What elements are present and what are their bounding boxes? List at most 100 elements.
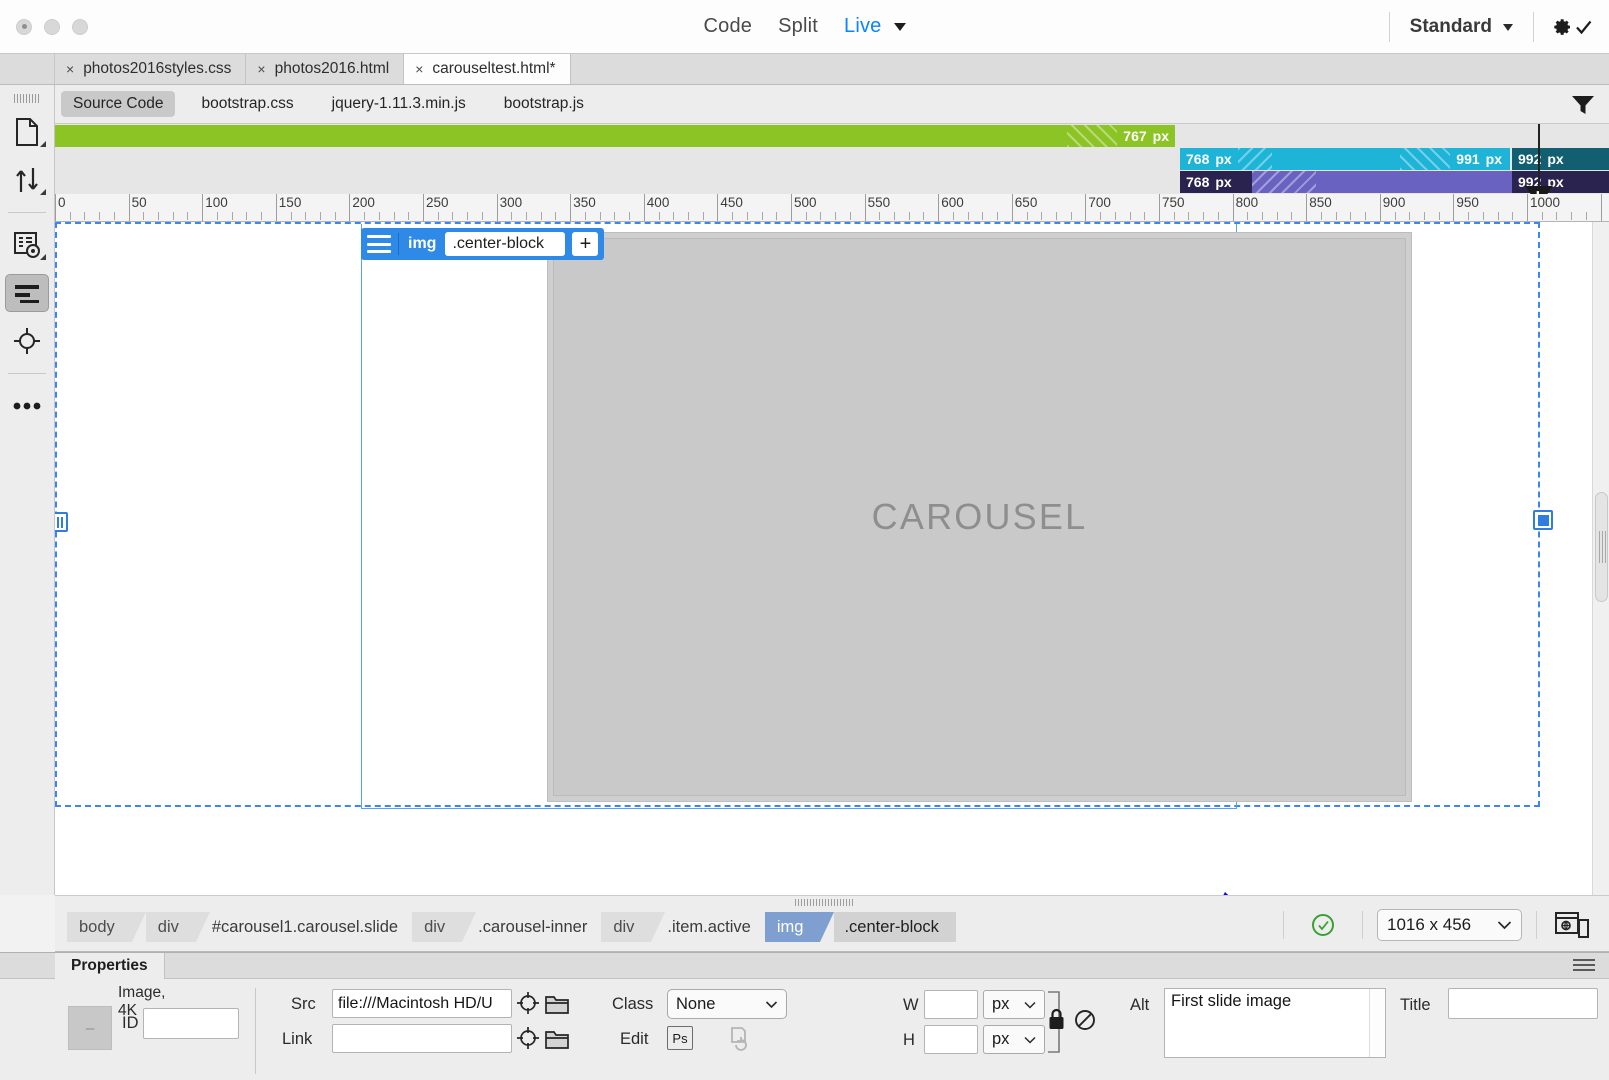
sidebar-item-more[interactable] bbox=[5, 387, 49, 425]
rail-grip[interactable] bbox=[14, 94, 40, 103]
link-input[interactable] bbox=[332, 1024, 512, 1053]
window-size-dropdown[interactable]: 1016 x 456 bbox=[1377, 909, 1522, 941]
canvas-vertical-scrollbar[interactable] bbox=[1592, 222, 1609, 895]
close-icon[interactable]: × bbox=[415, 62, 423, 76]
live-view-canvas[interactable]: CAROUSEL img + bbox=[55, 222, 1592, 895]
sidebar-item-properties[interactable] bbox=[5, 274, 49, 312]
minimize-window-button[interactable] bbox=[44, 18, 60, 35]
breadcrumb-selector-2[interactable]: .carousel-inner bbox=[476, 912, 593, 942]
divider bbox=[255, 988, 256, 1074]
title-input[interactable] bbox=[1448, 988, 1598, 1019]
breadcrumb-selector-img[interactable]: .center-block bbox=[834, 912, 956, 942]
view-mode-split[interactable]: Split bbox=[778, 15, 818, 38]
breadcrumb-item-div-1[interactable]: div bbox=[145, 912, 210, 942]
horizontal-ruler[interactable]: 0 50 100 150 200 250 300 350 400 450 500 550 600 650 7… bbox=[55, 194, 1609, 222]
ruler-label: 1000 bbox=[1530, 195, 1561, 210]
src-input[interactable] bbox=[332, 989, 512, 1018]
hud-add-class-button[interactable]: + bbox=[572, 232, 599, 256]
ruler-tick-minor bbox=[761, 212, 763, 220]
ruler-tick-minor bbox=[1276, 212, 1278, 220]
lock-icon bbox=[1049, 1008, 1064, 1029]
ruler-label: 150 bbox=[278, 195, 302, 210]
sidebar-item-files[interactable] bbox=[5, 113, 49, 151]
resample-button[interactable] bbox=[727, 1026, 753, 1057]
doc-tab-photos2016styles-css[interactable]: × photos2016styles.css bbox=[55, 54, 247, 84]
hud-class-input[interactable] bbox=[445, 232, 566, 256]
media-query-bar-768-991[interactable]: 768 px 991 px bbox=[1180, 148, 1510, 170]
link-point-to-file-button[interactable] bbox=[516, 1026, 540, 1055]
width-unit-value: px bbox=[992, 995, 1010, 1013]
panel-resize-grip[interactable] bbox=[795, 899, 855, 906]
breadcrumb-item-img[interactable]: img bbox=[764, 912, 834, 942]
view-mode-code[interactable]: Code bbox=[703, 15, 752, 38]
settings-button[interactable] bbox=[1534, 17, 1609, 37]
class-label: Class bbox=[612, 995, 654, 1013]
alt-textarea[interactable]: First slide image bbox=[1164, 988, 1386, 1058]
related-file-jquery[interactable]: jquery-1.11.3.min.js bbox=[320, 91, 478, 117]
breadcrumb-selector-1[interactable]: #carousel1.carousel.slide bbox=[210, 912, 404, 942]
ruler-tick-minor bbox=[967, 212, 969, 220]
ruler-label: 400 bbox=[646, 195, 670, 210]
carousel-image-placeholder[interactable]: CAROUSEL bbox=[547, 232, 1412, 802]
constrain-lock-button[interactable] bbox=[1048, 1008, 1065, 1035]
close-icon[interactable]: × bbox=[66, 62, 74, 76]
hud-tag-label: img bbox=[408, 235, 437, 252]
hamburger-icon[interactable] bbox=[367, 235, 391, 253]
viewport-playhead[interactable]: + bbox=[1525, 124, 1553, 207]
tab-properties[interactable]: Properties bbox=[55, 953, 165, 979]
image-thumbnail[interactable]: – bbox=[68, 1006, 112, 1050]
related-file-bootstrap-css[interactable]: bootstrap.css bbox=[189, 91, 305, 117]
ruler-tick-minor bbox=[923, 212, 925, 220]
src-browse-button[interactable] bbox=[545, 993, 569, 1019]
sidebar-item-assets[interactable] bbox=[5, 161, 49, 199]
ruler-tick-minor bbox=[1585, 212, 1587, 220]
media-query-bar-purple[interactable] bbox=[1252, 171, 1512, 193]
height-unit-select[interactable]: px bbox=[983, 1025, 1045, 1054]
link-browse-button[interactable] bbox=[545, 1028, 569, 1054]
class-value: None bbox=[676, 994, 716, 1013]
doc-tab-photos2016-html[interactable]: × photos2016.html bbox=[246, 54, 405, 84]
ruler-tick-minor bbox=[246, 212, 248, 220]
id-input[interactable] bbox=[143, 1008, 239, 1039]
panel-menu-icon[interactable] bbox=[1573, 959, 1595, 974]
maximize-window-button[interactable] bbox=[72, 18, 88, 35]
width-unit-select[interactable]: px bbox=[983, 990, 1045, 1019]
breadcrumb-item-body[interactable]: body bbox=[67, 912, 146, 942]
workspace-label: Standard bbox=[1409, 16, 1492, 37]
ruler-tick-minor bbox=[481, 212, 483, 220]
media-query-min-768-purple[interactable]: 768 px bbox=[1180, 171, 1252, 193]
sidebar-item-inspect[interactable] bbox=[5, 322, 49, 360]
resize-handle-left[interactable] bbox=[55, 512, 68, 532]
status-badge[interactable] bbox=[1312, 914, 1334, 936]
breadcrumb-item-div-3[interactable]: div bbox=[601, 912, 666, 942]
chevron-down-icon[interactable] bbox=[893, 22, 906, 31]
ruler-tick-minor bbox=[1335, 212, 1337, 220]
view-mode-live[interactable]: Live bbox=[844, 15, 882, 38]
class-select[interactable]: None bbox=[667, 989, 787, 1019]
breadcrumb-item-div-2[interactable]: div bbox=[412, 912, 477, 942]
sidebar-item-dom[interactable] bbox=[5, 226, 49, 264]
media-query-bar-max767[interactable]: 767 px bbox=[55, 125, 1175, 147]
related-file-source-code[interactable]: Source Code bbox=[61, 91, 176, 117]
element-quick-tag-hud[interactable]: img + bbox=[361, 228, 605, 260]
filter-button[interactable] bbox=[1571, 94, 1595, 121]
tag-selector-right-controls: 1016 x 456 bbox=[1269, 906, 1599, 944]
doc-tab-carouseltest-html[interactable]: × carouseltest.html* bbox=[404, 54, 571, 84]
reset-size-button[interactable] bbox=[1074, 1009, 1096, 1036]
alt-scrollbar[interactable] bbox=[1369, 989, 1385, 1057]
expand-triangle-icon bbox=[40, 254, 46, 260]
resize-handle-right[interactable] bbox=[1533, 510, 1553, 530]
media-query-cap-992-cyan[interactable]: 992 px bbox=[1512, 148, 1609, 170]
close-icon[interactable]: × bbox=[257, 62, 265, 76]
breadcrumb-selector-3[interactable]: .item.active bbox=[665, 912, 756, 942]
workspace-switcher[interactable]: Standard bbox=[1390, 16, 1533, 38]
preview-in-browser-button[interactable] bbox=[1555, 911, 1589, 939]
related-file-bootstrap-js[interactable]: bootstrap.js bbox=[492, 91, 596, 117]
edit-in-photoshop-button[interactable]: Ps bbox=[667, 1026, 693, 1050]
height-input[interactable] bbox=[924, 1025, 978, 1054]
close-window-button[interactable] bbox=[16, 18, 32, 35]
width-input[interactable] bbox=[924, 990, 978, 1019]
scrollbar-thumb[interactable] bbox=[1595, 492, 1608, 602]
src-point-to-file-button[interactable] bbox=[516, 991, 540, 1020]
ruler-tick-minor bbox=[1468, 212, 1470, 220]
